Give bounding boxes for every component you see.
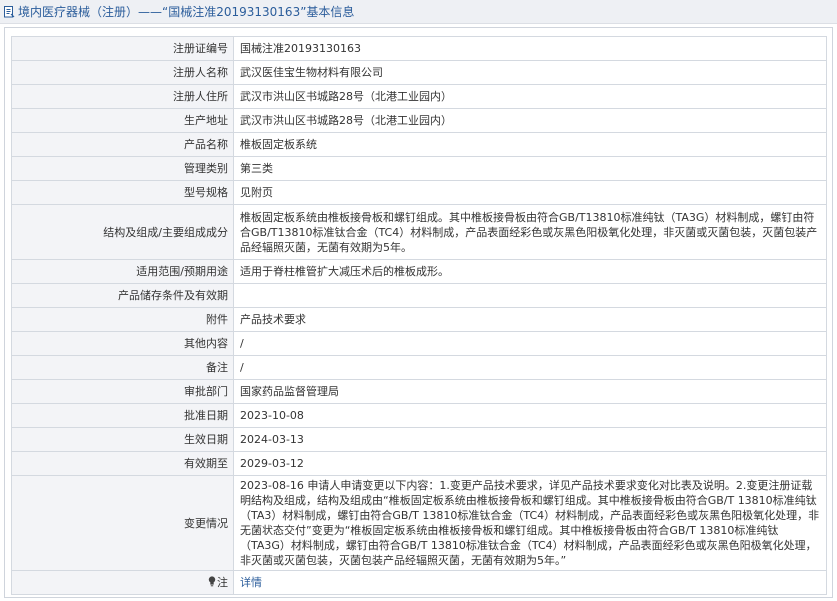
lightbulb-icon (208, 576, 216, 587)
table-row: 其他内容 / (11, 331, 827, 356)
field-value: 2023-10-08 (233, 403, 827, 428)
field-value: 2024-03-13 (233, 427, 827, 452)
field-label: 其他内容 (11, 331, 234, 356)
field-value: 武汉市洪山区书城路28号（北港工业园内） (233, 84, 827, 109)
table-row: 注 详情 (11, 570, 827, 595)
field-label: 变更情况 (11, 475, 234, 571)
field-value: 椎板固定板系统由椎板接骨板和螺钉组成。其中椎板接骨板由符合GB/T13810标准… (233, 204, 827, 260)
field-value: 第三类 (233, 156, 827, 181)
field-value: 适用于脊柱椎管扩大减压术后的椎板成形。 (233, 259, 827, 284)
table-row: 适用范围/预期用途 适用于脊柱椎管扩大减压术后的椎板成形。 (11, 259, 827, 284)
table-row: 生效日期 2024-03-13 (11, 427, 827, 452)
field-value: 椎板固定板系统 (233, 132, 827, 157)
field-label: 注册人名称 (11, 60, 234, 85)
field-label: 型号规格 (11, 180, 234, 205)
field-label: 管理类别 (11, 156, 234, 181)
table-row: 注册人住所 武汉市洪山区书城路28号（北港工业园内） (11, 84, 827, 109)
table-row: 管理类别 第三类 (11, 156, 827, 181)
table-row: 产品名称 椎板固定板系统 (11, 132, 827, 157)
page-header: 境内医疗器械（注册）——“国械注准20193130163”基本信息 (0, 0, 837, 24)
table-row: 注册证编号 国械注准20193130163 (11, 36, 827, 61)
table-row: 附件 产品技术要求 (11, 307, 827, 332)
field-label: 适用范围/预期用途 (11, 259, 234, 284)
field-label: 结构及组成/主要组成成分 (11, 204, 234, 260)
table-row: 结构及组成/主要组成成分 椎板固定板系统由椎板接骨板和螺钉组成。其中椎板接骨板由… (11, 204, 827, 260)
info-table: 注册证编号 国械注准20193130163 注册人名称 武汉医佳宝生物材料有限公… (11, 36, 827, 595)
field-value: 国械注准20193130163 (233, 36, 827, 61)
field-label: 生产地址 (11, 108, 234, 133)
table-row: 变更情况 2023-08-16 申请人申请变更以下内容：1.变更产品技术要求，详… (11, 475, 827, 571)
table-row: 备注 / (11, 355, 827, 380)
field-value: 国家药品监督管理局 (233, 379, 827, 404)
field-label: 产品储存条件及有效期 (11, 283, 234, 308)
field-value: / (233, 331, 827, 356)
table-row: 批准日期 2023-10-08 (11, 403, 827, 428)
page-title: 境内医疗器械（注册）——“国械注准20193130163”基本信息 (18, 5, 355, 19)
field-value: 2023-08-16 申请人申请变更以下内容：1.变更产品技术要求，详见产品技术… (233, 475, 827, 571)
document-icon (4, 5, 15, 17)
field-value: 2029-03-12 (233, 451, 827, 476)
field-label: 注册证编号 (11, 36, 234, 61)
field-label: 有效期至 (11, 451, 234, 476)
note-label: 注 (217, 576, 228, 589)
field-label: 批准日期 (11, 403, 234, 428)
field-label: 审批部门 (11, 379, 234, 404)
table-row: 有效期至 2029-03-12 (11, 451, 827, 476)
table-row: 注册人名称 武汉医佳宝生物材料有限公司 (11, 60, 827, 85)
table-row: 产品储存条件及有效期 (11, 283, 827, 308)
table-row: 生产地址 武汉市洪山区书城路28号（北港工业园内） (11, 108, 827, 133)
field-value: 详情 (233, 570, 827, 595)
field-value: / (233, 355, 827, 380)
field-label: 注册人住所 (11, 84, 234, 109)
field-value: 产品技术要求 (233, 307, 827, 332)
note-label-cell: 注 (11, 570, 234, 595)
field-value: 见附页 (233, 180, 827, 205)
field-value: 武汉医佳宝生物材料有限公司 (233, 60, 827, 85)
info-panel: 注册证编号 国械注准20193130163 注册人名称 武汉医佳宝生物材料有限公… (4, 27, 833, 598)
field-value (233, 283, 827, 308)
field-label: 产品名称 (11, 132, 234, 157)
field-label: 生效日期 (11, 427, 234, 452)
field-value: 武汉市洪山区书城路28号（北港工业园内） (233, 108, 827, 133)
table-row: 型号规格 见附页 (11, 180, 827, 205)
details-link[interactable]: 详情 (240, 576, 262, 589)
field-label: 附件 (11, 307, 234, 332)
table-row: 审批部门 国家药品监督管理局 (11, 379, 827, 404)
page: 境内医疗器械（注册）——“国械注准20193130163”基本信息 注册证编号 … (0, 0, 837, 601)
field-label: 备注 (11, 355, 234, 380)
